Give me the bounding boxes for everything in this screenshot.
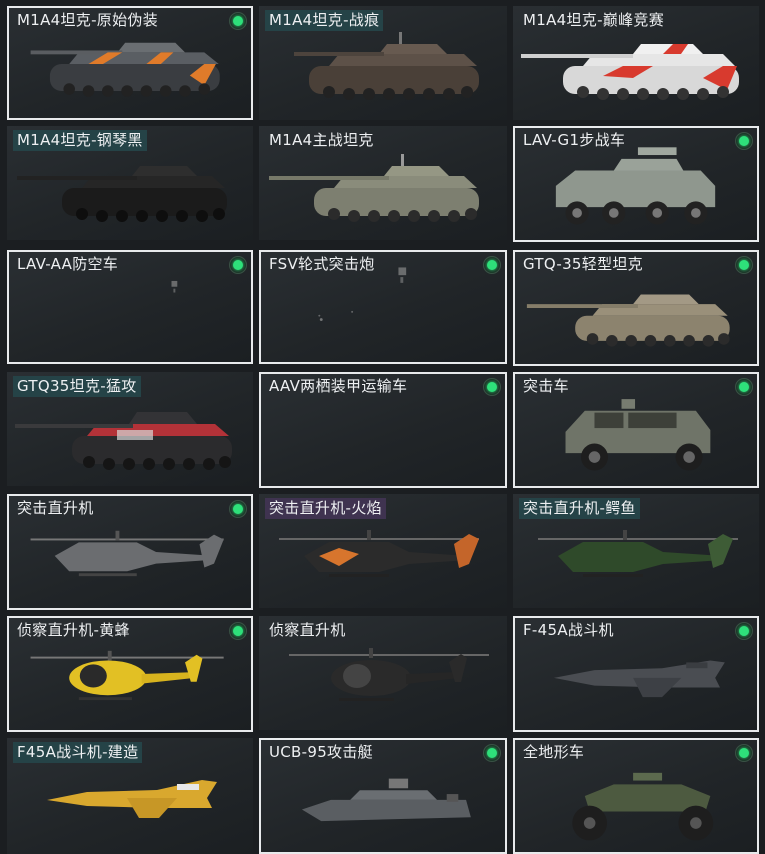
vehicle-card-scout-heli-hornet[interactable]: 侦察直升机-黄蜂 [7, 616, 253, 732]
vehicle-card-m1a4-peak-race[interactable]: M1A4坦克-巅峰竞赛 [513, 6, 759, 120]
vehicle-label: GTQ35坦克-猛攻 [13, 376, 141, 397]
status-dot-icon [735, 622, 753, 640]
status-dot-icon [483, 744, 501, 762]
vehicle-card-lav-aa[interactable]: LAV-AA防空车 [7, 250, 253, 364]
vehicle-label: F-45A战斗机 [523, 621, 614, 639]
vehicle-card-assault-heli[interactable]: 突击直升机 [7, 494, 253, 610]
status-dot-icon [229, 12, 247, 30]
status-dot-icon [735, 378, 753, 396]
vehicle-label: M1A4坦克-战痕 [265, 10, 384, 31]
vehicle-label: 侦察直升机 [269, 621, 346, 639]
status-dot-icon [735, 744, 753, 762]
vehicle-label: M1A4坦克-巅峰竞赛 [523, 11, 665, 29]
vehicle-card-gtq-35[interactable]: GTQ-35轻型坦克 [513, 250, 759, 366]
vehicle-card-atv[interactable]: 全地形车 [513, 738, 759, 854]
status-dot-icon [229, 622, 247, 640]
status-dot-icon [483, 256, 501, 274]
status-dot-icon [735, 132, 753, 150]
status-dot-icon [229, 256, 247, 274]
vehicle-label: LAV-AA防空车 [17, 255, 119, 273]
vehicle-card-ucb-95[interactable]: UCB-95攻击艇 [259, 738, 507, 854]
status-dot-icon [735, 256, 753, 274]
vehicle-label: 全地形车 [523, 743, 585, 761]
status-dot-icon [229, 500, 247, 518]
vehicle-card-m1a4-piano-black[interactable]: M1A4坦克-钢琴黑 [7, 126, 253, 240]
vehicle-card-m1a4-mbt[interactable]: M1A4主战坦克 [259, 126, 507, 240]
vehicle-card-f45a[interactable]: F-45A战斗机 [513, 616, 759, 732]
vehicle-label: AAV两栖装甲运输车 [269, 377, 408, 395]
vehicle-grid: M1A4坦克-原始伪装 M1A4坦克-战痕 M1A4坦克-巅峰竞赛 M1A4坦克… [0, 0, 765, 854]
vehicle-card-fsv[interactable]: FSV轮式突击炮 [259, 250, 507, 364]
vehicle-label: GTQ-35轻型坦克 [523, 255, 643, 273]
vehicle-label: 突击直升机 [17, 499, 94, 517]
vehicle-label: FSV轮式突击炮 [269, 255, 375, 273]
vehicle-card-lav-g1[interactable]: LAV-G1步战车 [513, 126, 759, 242]
vehicle-label: UCB-95攻击艇 [269, 743, 373, 761]
vehicle-card-m1a4-original-camo[interactable]: M1A4坦克-原始伪装 [7, 6, 253, 120]
vehicle-label: 侦察直升机-黄蜂 [17, 621, 130, 639]
vehicle-label: LAV-G1步战车 [523, 131, 626, 149]
vehicle-card-assault-car[interactable]: 突击车 [513, 372, 759, 488]
vehicle-label: 突击车 [523, 377, 569, 395]
vehicle-card-gtq35-assault[interactable]: GTQ35坦克-猛攻 [7, 372, 253, 486]
vehicle-label: 突击直升机-鳄鱼 [519, 498, 640, 519]
vehicle-label: M1A4主战坦克 [269, 131, 374, 149]
vehicle-label: F45A战斗机-建造 [13, 742, 143, 763]
vehicle-card-assault-heli-crocodile[interactable]: 突击直升机-鳄鱼 [513, 494, 759, 608]
status-dot-icon [483, 378, 501, 396]
vehicle-label: M1A4坦克-钢琴黑 [13, 130, 147, 151]
vehicle-card-f45a-build[interactable]: F45A战斗机-建造 [7, 738, 253, 854]
vehicle-label: M1A4坦克-原始伪装 [17, 11, 159, 29]
vehicle-card-m1a4-battle-scar[interactable]: M1A4坦克-战痕 [259, 6, 507, 120]
vehicle-card-aav[interactable]: AAV两栖装甲运输车 [259, 372, 507, 488]
vehicle-label: 突击直升机-火焰 [265, 498, 386, 519]
vehicle-card-scout-heli[interactable]: 侦察直升机 [259, 616, 507, 730]
vehicle-card-assault-heli-flame[interactable]: 突击直升机-火焰 [259, 494, 507, 608]
